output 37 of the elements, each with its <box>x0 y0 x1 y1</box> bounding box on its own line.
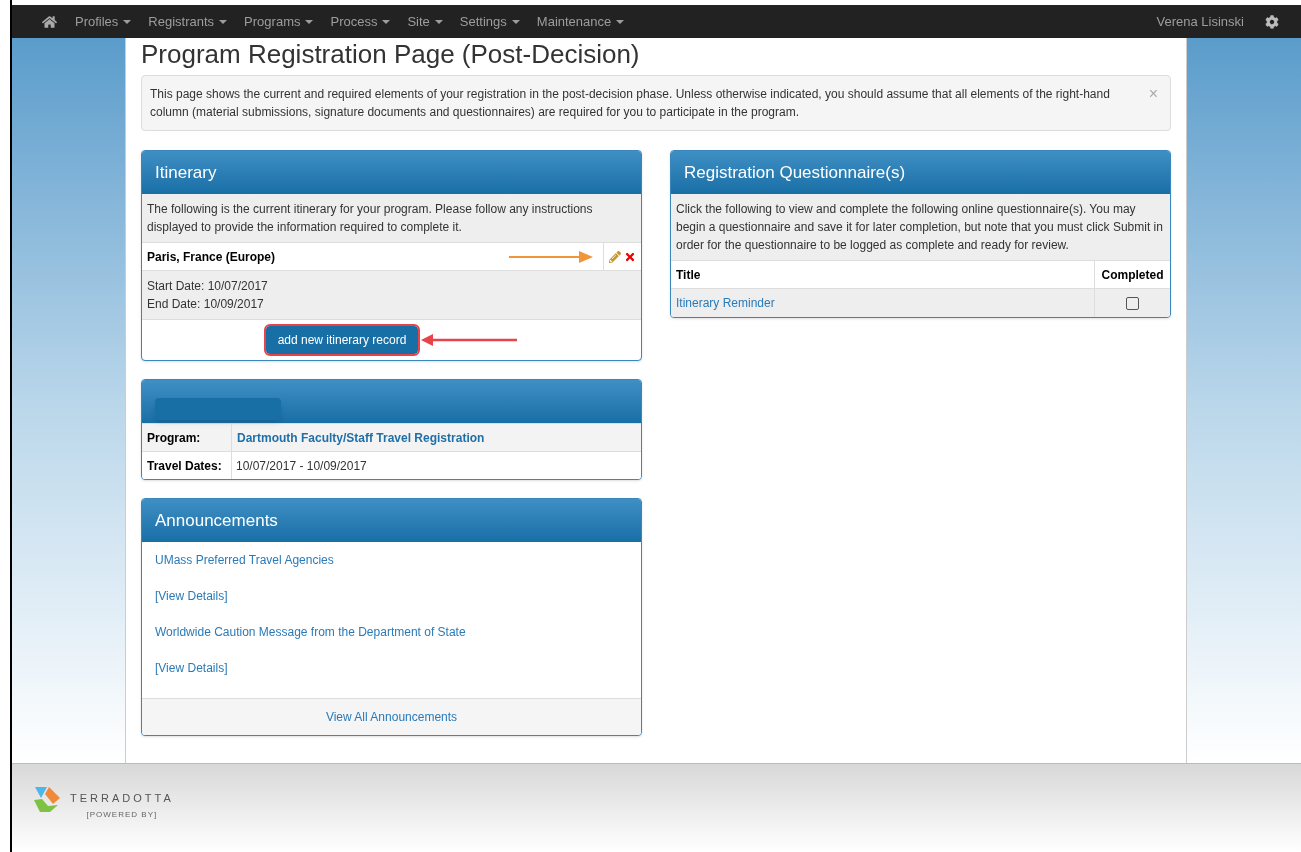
column-header: Title <box>675 266 702 284</box>
start-date: Start Date: 10/07/2017 <box>147 278 269 295</box>
completed-checkbox[interactable] <box>1126 296 1139 310</box>
column-header: Completed <box>1094 261 1170 288</box>
row-label: Travel Dates: <box>142 452 232 479</box>
home-icon[interactable] <box>42 14 57 29</box>
announcement-link[interactable]: UMass Preferred Travel Agencies <box>155 551 334 569</box>
nav-menu[interactable]: Site <box>407 11 443 32</box>
panel-intro: Click the following to view and complete the following online questionnaire(s). You may begin a questionnaire and save it for later completion, but note that you must click Submit in order for the questionnaire to be logged as complete and ready for review. <box>671 194 1170 261</box>
page-title: Program Registration Page (Post-Decision) <box>141 39 641 69</box>
program-link[interactable]: Dartmouth Faculty/Staff Travel Registration <box>232 424 490 451</box>
alert-text: This page shows the current and required elements of your registration in the post-decision phase. Unless otherwise indicated, you should assume that all elements of the right-hand column (material submissions, signature documents and questionnaires) are required for you to participate in the program. <box>150 86 1111 121</box>
end-date: End Date: 10/09/2017 <box>147 296 265 313</box>
nav-menu[interactable]: Maintenance <box>536 11 625 32</box>
nav-menu[interactable]: Profiles <box>75 11 132 32</box>
panel-title: Announcements <box>155 509 278 532</box>
delete-icon[interactable] <box>624 250 636 263</box>
destination-name: Paris, France (Europe) <box>146 248 277 266</box>
brand-name: TERRADOTTA <box>70 791 174 806</box>
announcement-link[interactable]: Worldwide Caution Message from the Department of State <box>155 623 466 641</box>
announcement-link[interactable]: [View Details] <box>155 587 228 605</box>
edit-icon[interactable] <box>609 250 621 263</box>
panel-title: Itinerary <box>155 161 217 184</box>
user-menu[interactable]: Verena Lisinski <box>1156 11 1244 32</box>
add-itinerary-button[interactable]: add new itinerary record <box>265 326 419 354</box>
row-value: 10/07/2017 - 10/09/2017 <box>235 457 368 475</box>
settings-icon[interactable] <box>1265 14 1279 29</box>
view-all-link[interactable]: View All Announcements <box>325 708 458 726</box>
announcement-link[interactable]: [View Details] <box>155 659 228 677</box>
logo-icon <box>32 784 62 814</box>
brand-tagline: [POWERED BY] <box>86 808 158 821</box>
nav-menu[interactable]: Settings <box>459 11 520 32</box>
nav-menu[interactable]: Process <box>330 11 391 32</box>
panel-intro: The following is the current itinerary for your program. Please follow any instructions displayed to provide the information required to complete it. <box>142 194 641 243</box>
nav-menu[interactable]: Programs <box>244 11 314 32</box>
panel-title: Registration Questionnaire(s) <box>684 161 906 184</box>
nav-menu[interactable]: Registrants <box>148 11 228 32</box>
